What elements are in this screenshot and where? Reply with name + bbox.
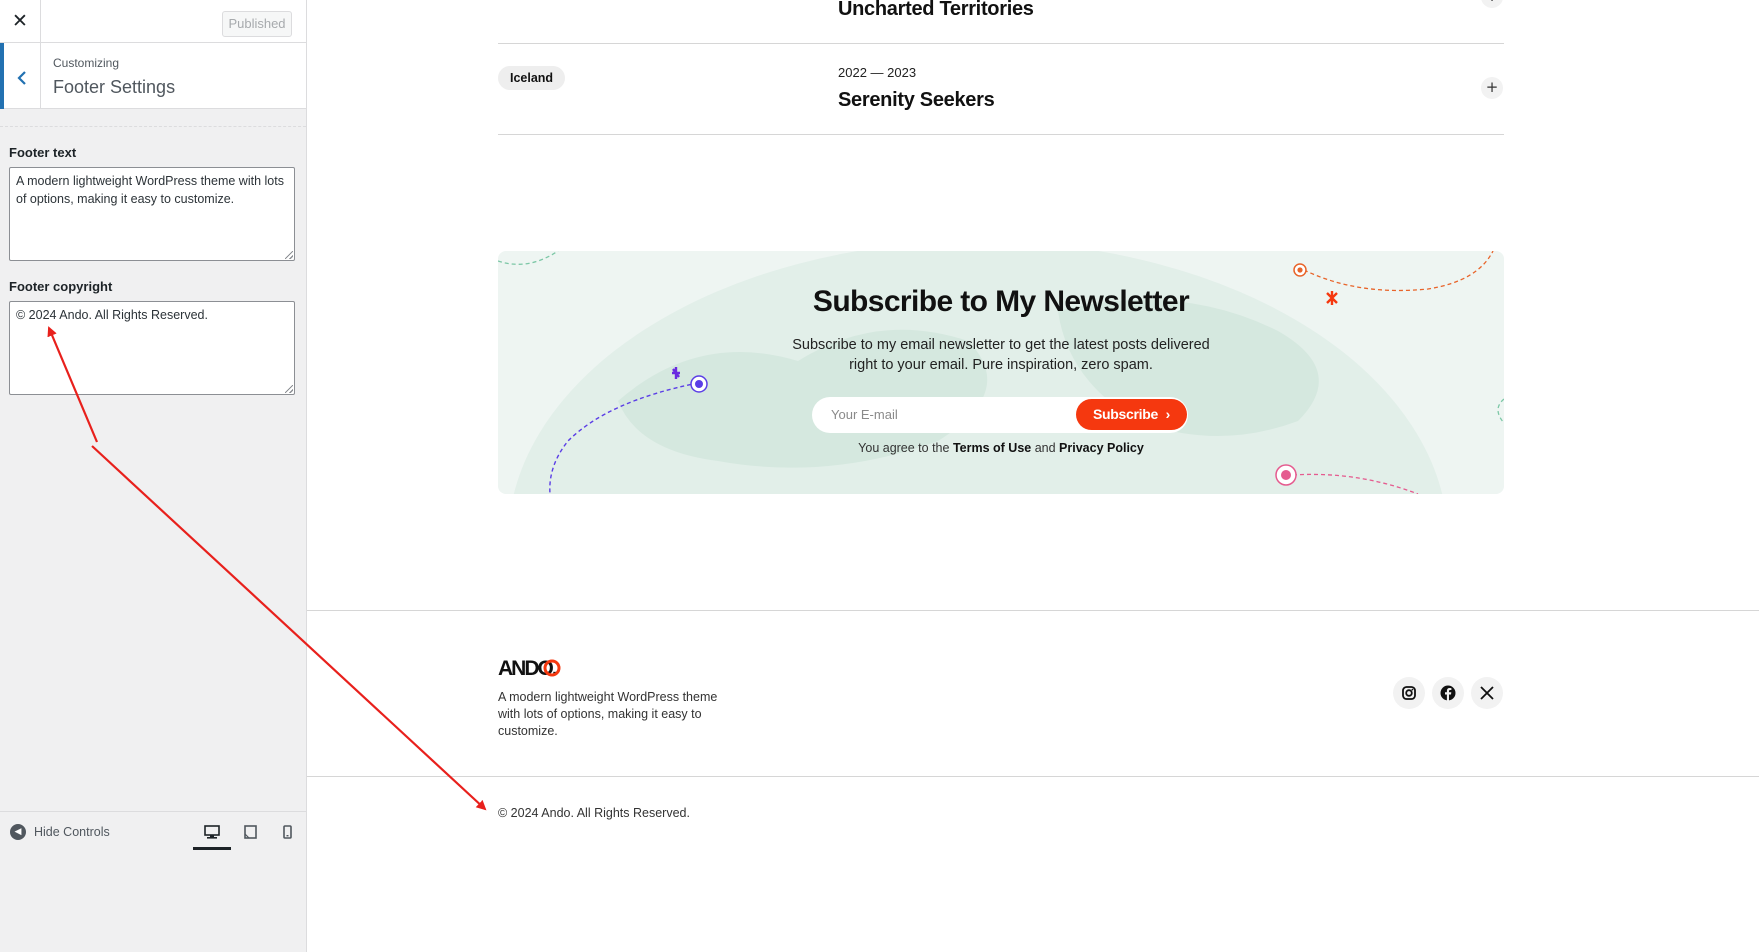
footer-description: A modern lightweight WordPress theme wit…: [498, 690, 718, 738]
tour-title[interactable]: Serenity Seekers: [838, 89, 995, 112]
footer-divider: [307, 610, 1759, 611]
hide-controls-button[interactable]: ◀ Hide Controls: [10, 824, 110, 840]
instagram-button[interactable]: [1393, 677, 1425, 709]
footer-copyright-label: Footer copyright: [9, 279, 113, 294]
section-title: Footer Settings: [53, 77, 176, 97]
expand-button[interactable]: +: [1481, 77, 1503, 99]
copyright-text: © 2024 Ando. All Rights Reserved.: [498, 806, 690, 820]
subscribe-label: Subscribe: [1093, 406, 1159, 422]
x-icon: [1480, 686, 1494, 700]
site-preview: Uncharted Territories + Iceland 2022 — 2…: [307, 0, 1759, 952]
sidebar-footer: ◀ Hide Controls: [0, 811, 306, 852]
privacy-link[interactable]: Privacy Policy: [1059, 441, 1144, 455]
footer-text-field[interactable]: A modern lightweight WordPress theme wit…: [9, 167, 295, 261]
close-customizer-button[interactable]: ✕: [0, 0, 41, 43]
agree-prefix: You agree to the: [858, 441, 950, 455]
chevron-right-icon: ›: [1165, 406, 1171, 422]
customizing-label: Customizing: [53, 56, 120, 70]
newsletter-title: Subscribe to My Newsletter: [812, 285, 1190, 318]
resize-handle-icon[interactable]: [285, 385, 293, 393]
newsletter-section: Subscribe to My Newsletter Subscribe to …: [498, 251, 1504, 494]
resize-handle-icon[interactable]: [285, 251, 293, 259]
divider: [498, 134, 1504, 135]
sidebar-header: ✕ Published: [0, 0, 306, 43]
footer-text-label: Footer text: [9, 145, 77, 160]
footer-text-field-wrapper: A modern lightweight WordPress theme wit…: [9, 167, 295, 261]
agree-and: and: [1034, 441, 1056, 455]
hide-controls-label: Hide Controls: [34, 825, 110, 839]
expand-button[interactable]: +: [1481, 0, 1503, 8]
ando-logo[interactable]: ANDO.: [498, 657, 564, 679]
terms-link[interactable]: Terms of Use: [953, 441, 1031, 455]
tablet-icon: [243, 825, 257, 839]
tour-tag[interactable]: Iceland: [498, 66, 566, 90]
tour-years: 2022 — 2023: [838, 65, 917, 80]
copyright-divider: [307, 776, 1759, 777]
mobile-icon: [282, 825, 292, 839]
facebook-button[interactable]: [1432, 677, 1464, 709]
chevron-left-icon: [17, 70, 26, 85]
desktop-preview-button[interactable]: [193, 820, 231, 850]
tour-title[interactable]: Uncharted Territories: [838, 0, 1034, 21]
mobile-preview-button[interactable]: [268, 820, 306, 850]
svg-text:ANDO.: ANDO.: [498, 657, 557, 679]
section-header: Customizing Footer Settings: [0, 43, 306, 109]
back-button[interactable]: [0, 43, 41, 109]
divider: [0, 126, 306, 127]
customizer-window: ✕ Published Customizing Footer Settings …: [0, 0, 1759, 952]
footer-copyright-field-wrapper: © 2024 Ando. All Rights Reserved.: [9, 301, 295, 395]
tablet-preview-button[interactable]: [231, 820, 269, 850]
instagram-icon: [1402, 686, 1416, 700]
collapse-icon: ◀: [10, 824, 26, 840]
desktop-icon: [204, 825, 220, 839]
x-button[interactable]: [1471, 677, 1503, 709]
published-button[interactable]: Published: [222, 11, 292, 37]
newsletter-description: Subscribe to my email newsletter to get …: [792, 337, 1210, 373]
customizer-sidebar: ✕ Published Customizing Footer Settings …: [0, 0, 307, 952]
facebook-icon: [1440, 685, 1456, 701]
footer-copyright-field[interactable]: © 2024 Ando. All Rights Reserved.: [9, 301, 295, 395]
divider: [498, 43, 1504, 44]
subscribe-button[interactable]: Subscribe ›: [1076, 399, 1187, 430]
agreement-text: You agree to the Terms of Use and Privac…: [498, 441, 1504, 455]
